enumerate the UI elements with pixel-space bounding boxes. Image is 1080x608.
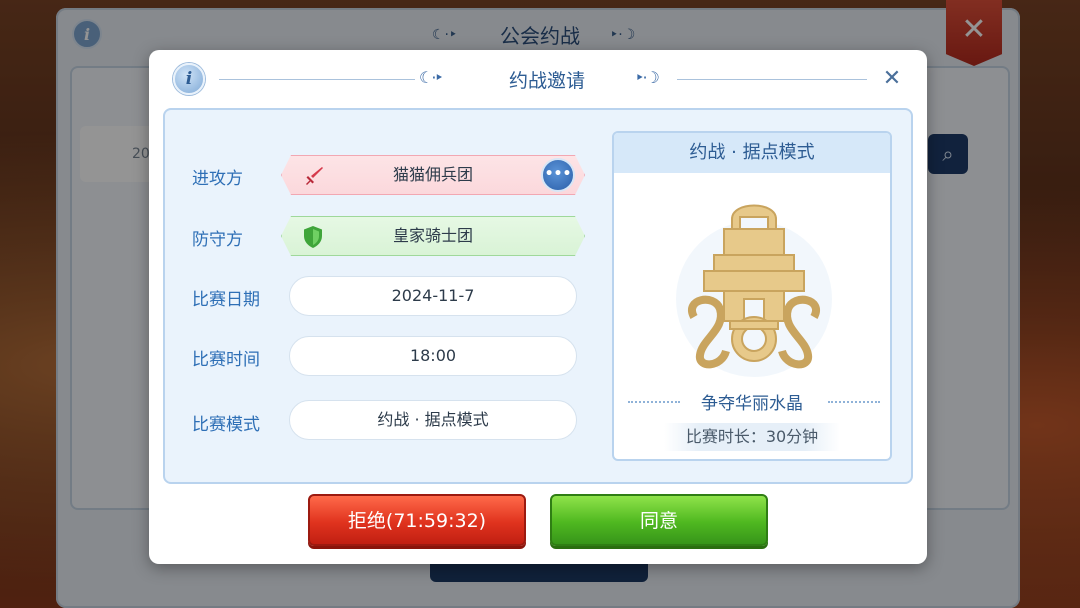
- invite-content-panel: 进攻方 猫猫佣兵团 ••• 防守方 皇家骑士团 比赛日期 2024-11-7 比…: [163, 108, 913, 484]
- attacker-field: 猫猫佣兵团: [281, 155, 585, 195]
- defender-field: 皇家骑士团: [281, 216, 585, 256]
- info-icon[interactable]: i: [173, 63, 205, 95]
- crystal-fortress-emblem: [676, 204, 832, 377]
- mode-field: 约战 · 据点模式: [289, 400, 577, 440]
- title-ornament-right: ‣·☽: [635, 68, 660, 87]
- defender-name: 皇家骑士团: [392, 226, 473, 245]
- refuse-button[interactable]: 拒绝(71:59:32): [308, 494, 526, 546]
- title-ornament-left: ☾·‣: [419, 68, 444, 87]
- shield-icon: [302, 225, 324, 249]
- defender-label: 防守方: [192, 230, 243, 250]
- subtitle-dots-right: [828, 401, 880, 403]
- agree-button[interactable]: 同意: [550, 494, 768, 546]
- chat-icon[interactable]: •••: [541, 158, 575, 192]
- time-label: 比赛时间: [192, 350, 260, 370]
- attacker-label: 进攻方: [192, 169, 243, 189]
- close-icon[interactable]: ✕: [879, 66, 905, 92]
- dialog-title: 约战邀请: [508, 70, 585, 92]
- time-field: 18:00: [289, 336, 577, 376]
- mode-card-header: 约战 · 据点模式: [614, 133, 890, 173]
- title-divider-right: [677, 79, 867, 80]
- date-label: 比赛日期: [192, 290, 260, 310]
- sword-icon: [302, 164, 326, 188]
- mode-card: 约战 · 据点模式 争夺华丽水晶 比赛时长：30分钟: [612, 131, 892, 461]
- mode-label: 比赛模式: [192, 415, 260, 435]
- battle-invite-dialog: i ☾·‣ 约战邀请 ‣·☽ ✕ 进攻方 猫猫佣兵团 ••• 防守方 皇家骑士团…: [149, 50, 927, 564]
- match-duration: 比赛时长：30分钟: [664, 423, 840, 451]
- attacker-name: 猫猫佣兵团: [392, 165, 473, 184]
- date-field: 2024-11-7: [289, 276, 577, 316]
- title-divider-left: [219, 79, 415, 80]
